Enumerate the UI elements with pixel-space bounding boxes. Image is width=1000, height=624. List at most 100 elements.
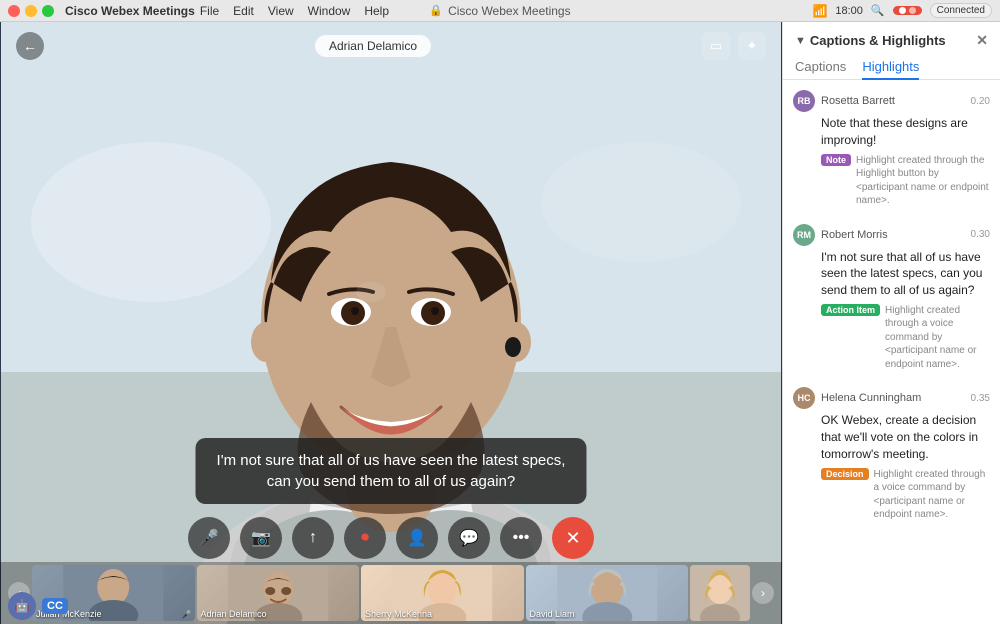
- titlebar-left: Cisco Webex Meetings File Edit View Wind…: [8, 4, 389, 18]
- connected-label: Connected: [930, 3, 992, 18]
- record-button[interactable]: ⏺: [344, 517, 386, 559]
- entry-2-detail: Action Item Highlight created through a …: [821, 304, 990, 372]
- menu-file[interactable]: File: [200, 4, 219, 18]
- menu-window[interactable]: Window: [308, 4, 351, 18]
- entry-3-name: Helena Cunningham: [821, 392, 965, 404]
- participant-name: Adrian Delamico: [315, 35, 431, 57]
- entry-2-initials: RM: [797, 230, 811, 240]
- webex-icon[interactable]: 🤖: [8, 592, 36, 620]
- chevron-right-icon: ›: [761, 586, 765, 600]
- entry-1-initials: RB: [798, 96, 811, 106]
- tab-captions[interactable]: Captions: [795, 55, 846, 80]
- end-call-icon: ✕: [565, 528, 580, 549]
- entry-3-detail-text: Highlight created through a voice comman…: [874, 468, 990, 522]
- thumb-david[interactable]: David Liam: [526, 565, 689, 621]
- caption-text: I'm not sure that all of us have seen th…: [217, 452, 566, 490]
- panel-chevron-icon: ▼: [795, 35, 806, 47]
- entry-1-quote: Note that these designs are improving!: [821, 115, 990, 149]
- end-call-button[interactable]: ✕: [552, 517, 594, 559]
- tab-highlights[interactable]: Highlights: [862, 55, 919, 80]
- thumb-face-svg-5: [690, 565, 750, 621]
- back-icon: ←: [23, 38, 37, 54]
- thumb-unknown[interactable]: [690, 565, 750, 621]
- main-container: ← Adrian Delamico ▭ ✦ I'm not sure that …: [0, 22, 1000, 624]
- entry-2-detail-text: Highlight created through a voice comman…: [885, 304, 990, 372]
- video-topbar: ← Adrian Delamico ▭ ✦: [0, 32, 782, 60]
- webex-logo-icon: 🤖: [15, 599, 30, 613]
- video-button[interactable]: 📷: [240, 517, 282, 559]
- share-icon: ↑: [309, 529, 317, 547]
- record-icon: ⏺: [361, 529, 369, 547]
- sparkle-icon-btn[interactable]: ✦: [738, 32, 766, 60]
- back-button[interactable]: ←: [16, 32, 44, 60]
- right-panel: ▼ Captions & Highlights ✕ Captions Highl…: [782, 22, 1000, 624]
- thumb-next-button[interactable]: ›: [752, 582, 774, 604]
- menu-help[interactable]: Help: [364, 4, 389, 18]
- entry-3-time: 0.35: [971, 393, 990, 404]
- panel-title-group: ▼ Captions & Highlights: [795, 33, 946, 48]
- menu-edit[interactable]: Edit: [233, 4, 254, 18]
- titlebar: Cisco Webex Meetings File Edit View Wind…: [0, 0, 1000, 22]
- minimize-dot[interactable]: [25, 5, 37, 17]
- search-icon[interactable]: 🔍: [871, 4, 885, 17]
- mic-icon: 🎤: [199, 528, 219, 548]
- entry-3-badge: Decision: [821, 468, 869, 480]
- thumb-1-mic-icon: 🎤: [182, 610, 192, 619]
- thumbnail-strip: ‹ Julian McKenzie 🎤: [0, 562, 782, 624]
- maximize-dot[interactable]: [42, 5, 54, 17]
- monitor-icon: ▭: [710, 38, 722, 54]
- sparkle-icon: ✦: [747, 38, 758, 54]
- close-dot[interactable]: [8, 5, 20, 17]
- panel-tabs: Captions Highlights: [783, 49, 1000, 80]
- participants-icon: 👤: [407, 528, 427, 548]
- entry-2-badge: Action Item: [821, 304, 880, 316]
- connection-dot-2: [909, 7, 916, 14]
- entry-1-badge: Note: [821, 154, 851, 166]
- entry-2-time: 0.30: [971, 229, 990, 240]
- thumb-adrian[interactable]: Adrian Delamico: [197, 565, 360, 621]
- highlight-entry-1: RB Rosetta Barrett 0.20 Note that these …: [793, 90, 990, 208]
- menu-view[interactable]: View: [268, 4, 294, 18]
- entry-3-header: HC Helena Cunningham 0.35: [793, 387, 990, 409]
- highlight-entry-3: HC Helena Cunningham 0.35 OK Webex, crea…: [793, 387, 990, 521]
- entry-3-quote: OK Webex, create a decision that we'll v…: [821, 412, 990, 462]
- chat-button[interactable]: 💬: [448, 517, 490, 559]
- titlebar-right: 📶 18:00 🔍 Connected: [812, 3, 992, 18]
- thumb-3-label: Sherry McKenna: [365, 609, 520, 619]
- entry-2-header: RM Robert Morris 0.30: [793, 224, 990, 246]
- thumb-2-label: Adrian Delamico: [201, 609, 356, 619]
- app-name: Cisco Webex Meetings: [65, 4, 195, 18]
- close-panel-button[interactable]: ✕: [976, 32, 988, 49]
- thumb-4-label: David Liam: [530, 609, 685, 619]
- video-area: ← Adrian Delamico ▭ ✦ I'm not sure that …: [0, 22, 782, 624]
- mute-button[interactable]: 🎤: [188, 517, 230, 559]
- entry-3-detail: Decision Highlight created through a voi…: [821, 468, 990, 522]
- entry-2-avatar: RM: [793, 224, 815, 246]
- highlights-content: RB Rosetta Barrett 0.20 Note that these …: [783, 80, 1000, 624]
- time-display: 18:00: [835, 5, 863, 17]
- participants-button[interactable]: 👤: [396, 517, 438, 559]
- topbar-icons: ▭ ✦: [702, 32, 766, 60]
- cc-button[interactable]: CC: [42, 598, 68, 614]
- more-button[interactable]: •••: [500, 517, 542, 559]
- caption-overlay: I'm not sure that all of us have seen th…: [196, 438, 587, 504]
- panel-header: ▼ Captions & Highlights ✕: [783, 22, 1000, 49]
- share-button[interactable]: ↑: [292, 517, 334, 559]
- thumb-sherry[interactable]: Sherry McKenna: [361, 565, 524, 621]
- window-title-center: 🔒 Cisco Webex Meetings: [429, 4, 570, 18]
- cc-label: CC: [47, 600, 63, 612]
- window-title: Cisco Webex Meetings: [448, 4, 571, 18]
- screen-share-icon-btn[interactable]: ▭: [702, 32, 730, 60]
- more-icon: •••: [513, 529, 530, 547]
- entry-3-avatar: HC: [793, 387, 815, 409]
- entry-2-name: Robert Morris: [821, 229, 965, 241]
- entry-1-name: Rosetta Barrett: [821, 95, 965, 107]
- connection-dot-1: [899, 7, 906, 14]
- wifi-icon: 📶: [812, 4, 827, 18]
- highlight-entry-2: RM Robert Morris 0.30 I'm not sure that …: [793, 224, 990, 372]
- entry-1-time: 0.20: [971, 96, 990, 107]
- controls-bar: 🎤 📷 ↑ ⏺ 👤 💬 ••• ✕: [188, 517, 594, 559]
- entry-1-header: RB Rosetta Barrett 0.20: [793, 90, 990, 112]
- entry-2-quote: I'm not sure that all of us have seen th…: [821, 249, 990, 299]
- entry-1-detail-text: Highlight created through the Highlight …: [856, 154, 990, 208]
